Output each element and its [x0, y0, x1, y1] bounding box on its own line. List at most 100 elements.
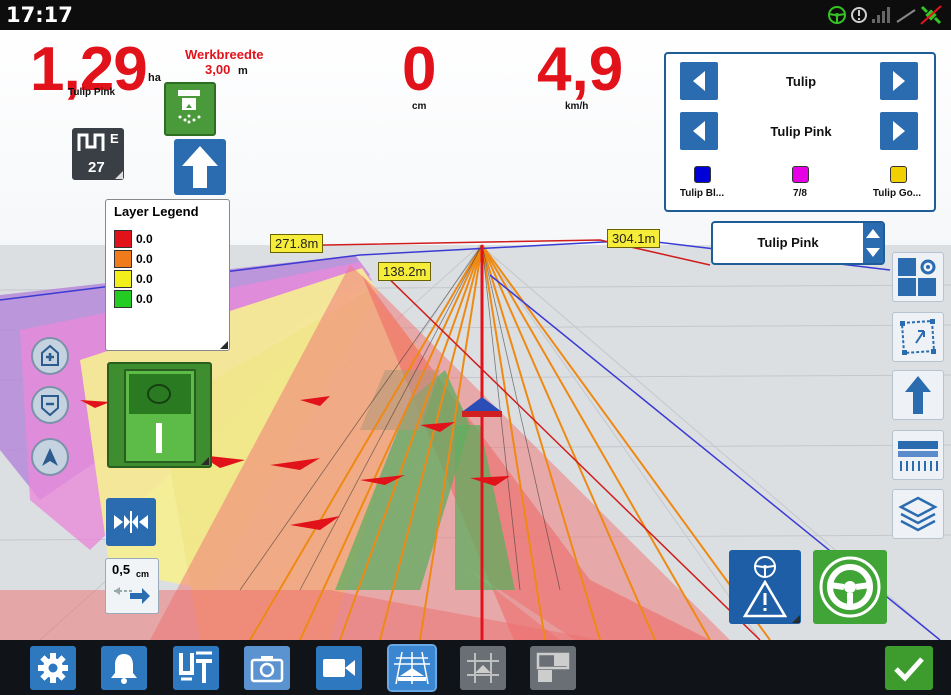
switch-on-icon: [156, 423, 162, 453]
arrow-up-icon: [182, 146, 218, 188]
bell-icon: [111, 654, 137, 684]
clock: 17:17: [6, 3, 73, 27]
implement-icon: [898, 441, 938, 471]
legend-row: 0.0: [114, 290, 153, 308]
color-swatch: [890, 166, 907, 183]
area-product-label: Tulip Pink: [68, 87, 116, 98]
layer-legend[interactable]: Layer Legend 0.0 0.0 0.0 0.0: [105, 199, 230, 351]
camera-icon: [250, 656, 284, 683]
layers-button[interactable]: [892, 489, 944, 539]
offset-unit: cm: [412, 101, 427, 112]
product-swatch-3[interactable]: Tulip Go...: [864, 166, 930, 206]
legend-value: 0.0: [136, 292, 153, 306]
implement-view-button[interactable]: [892, 430, 944, 480]
work-width-value: 3,00: [205, 62, 231, 77]
switch-off-icon: [147, 384, 171, 404]
video-camera-icon: [323, 659, 355, 677]
product-row1-label: Tulip: [785, 74, 817, 89]
product-selector-value: Tulip Pink: [757, 235, 819, 250]
ut-icon: [179, 651, 212, 683]
field-boundary-button[interactable]: [892, 312, 944, 362]
distance-label-3: 304.1m: [607, 229, 661, 248]
product-swatch-2[interactable]: 7/8: [768, 166, 832, 206]
nudge-button[interactable]: 0,5 cm: [105, 558, 159, 614]
product-row2-prev-button[interactable]: [680, 112, 718, 150]
zoom-out-button[interactable]: [31, 386, 69, 424]
map-view-button[interactable]: [460, 646, 506, 690]
warning-icon: [743, 580, 787, 618]
steering-warning-button[interactable]: [729, 550, 801, 624]
nudge-arrows-icon: [114, 587, 150, 604]
legend-row: [114, 310, 136, 328]
distance-label-2: 138.2m: [378, 262, 432, 281]
spray-nozzle-icon: [178, 90, 201, 124]
universal-terminal-button[interactable]: [173, 646, 219, 690]
swatch-label: Tulip Go...: [872, 188, 922, 199]
auto-steer-engage-button[interactable]: [813, 550, 887, 624]
zoom-out-icon: [41, 395, 59, 417]
work-width-unit: m: [238, 65, 248, 77]
product-row2-next-button[interactable]: [880, 112, 918, 150]
swatch-label: Tulip Bl...: [679, 188, 725, 199]
steering-wheel-status-icon: [828, 6, 846, 24]
zoom-in-button[interactable]: [31, 337, 69, 375]
master-switch-button[interactable]: [107, 362, 212, 468]
color-swatch: [792, 166, 809, 183]
guidance-mode-letter: E: [110, 131, 119, 146]
field-view-icon: [394, 651, 430, 685]
legend-swatch: [114, 230, 132, 248]
split-screen-button[interactable]: [530, 646, 576, 690]
swatch-label: 7/8: [793, 188, 807, 199]
product-selector-stepper[interactable]: [863, 223, 883, 263]
legend-row: 0.0: [114, 270, 153, 288]
video-camera-button[interactable]: [316, 646, 362, 690]
layout-settings-button[interactable]: [892, 252, 944, 302]
zoom-in-icon: [41, 344, 59, 366]
guidance-pattern-icon: [77, 133, 105, 151]
auto-steer-icon: [819, 556, 881, 618]
guidance-view-button[interactable]: [387, 644, 437, 692]
sprayer-section-button[interactable]: [164, 82, 216, 136]
speed-value: 4,9: [537, 35, 624, 104]
direction-up-button[interactable]: [174, 139, 226, 195]
color-swatch: [694, 166, 711, 183]
chevron-right-icon: [893, 121, 905, 141]
guidance-line-number: 27: [88, 159, 105, 176]
nudge-value: 0,5: [112, 562, 131, 577]
product-row1-next-button[interactable]: [880, 62, 918, 100]
gear-icon: [38, 653, 68, 683]
alarms-button[interactable]: [101, 646, 147, 690]
legend-swatch: [114, 310, 132, 328]
north-view-button[interactable]: [31, 438, 69, 476]
product-row1-prev-button[interactable]: [680, 62, 718, 100]
split-screen-icon: [536, 652, 570, 682]
boundary-icon: [900, 319, 936, 355]
legend-row: 0.0: [114, 230, 153, 248]
heading-up-button[interactable]: [892, 370, 944, 420]
chevron-left-icon: [693, 71, 705, 91]
distance-label-1: 271.8m: [270, 234, 324, 253]
product-row2-label: Tulip Pink: [770, 124, 832, 139]
shift-to-center-button[interactable]: [106, 498, 156, 546]
legend-swatch: [114, 290, 132, 308]
gps-fix-icon: [851, 7, 867, 23]
navigation-arrow-icon: [42, 448, 58, 466]
shift-center-icon: [114, 511, 148, 533]
guidance-mode-button[interactable]: E 27: [72, 128, 124, 180]
map-grid-icon: [467, 653, 499, 683]
confirm-button[interactable]: [885, 646, 933, 690]
product-selector[interactable]: Tulip Pink: [711, 221, 885, 265]
product-panel: Tulip Tulip Pink Tulip Bl... 7/8 Tulip G…: [664, 52, 936, 212]
layout-gear-icon: [898, 258, 936, 296]
satellite-icon: [920, 5, 942, 25]
speed-unit: km/h: [565, 101, 589, 112]
settings-button[interactable]: [30, 646, 76, 690]
chevron-right-icon: [893, 71, 905, 91]
legend-title: Layer Legend: [114, 204, 199, 219]
nudge-unit: cm: [136, 569, 150, 579]
product-swatch-1[interactable]: Tulip Bl...: [670, 166, 734, 206]
steering-wheel-icon: [754, 556, 776, 578]
screenshot-button[interactable]: [244, 646, 290, 690]
offset-value: 0: [402, 35, 437, 104]
up-down-icon: [866, 229, 880, 257]
